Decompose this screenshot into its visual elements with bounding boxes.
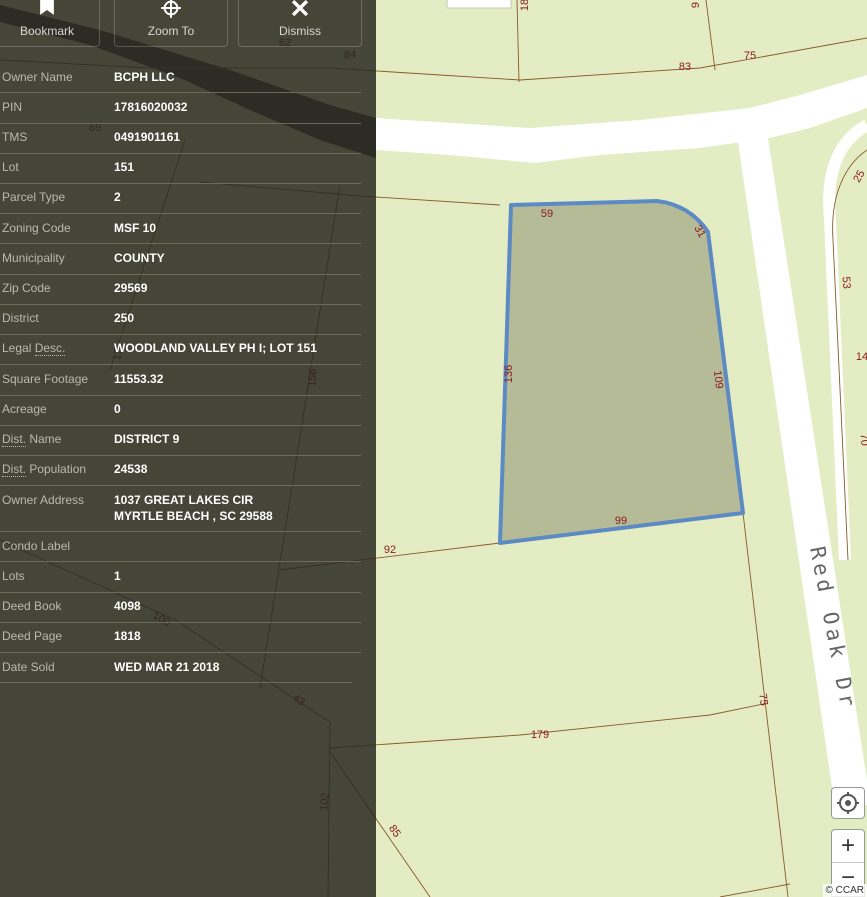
acreage-label: Acreage — [2, 402, 47, 416]
owner-address-line1: 1037 GREAT LAKES CIR — [114, 493, 254, 507]
locate-icon — [837, 792, 859, 814]
dist-name-abbr: Dist. — [2, 432, 26, 447]
dismiss-button[interactable]: Dismiss — [238, 0, 362, 47]
municipality-label: Municipality — [2, 251, 65, 265]
owner-name-label: Owner Name — [2, 70, 73, 84]
square-footage-label: Square Footage — [2, 372, 89, 386]
dim-label-53: 53 — [839, 276, 852, 289]
row-pin: PIN 17816020032 — [0, 93, 361, 124]
lot-label: Lot — [2, 160, 19, 174]
deed-book-label: Deed Book — [2, 599, 62, 613]
row-condo-label: Condo Label — [0, 531, 361, 562]
zip-code-value: 29569 — [114, 281, 148, 295]
row-lots: Lots 1 — [0, 562, 361, 593]
panel-toolbar: Bookmark Zoom To Dismiss — [0, 0, 376, 48]
legal-desc-label: Legal Desc. — [2, 341, 66, 356]
municipality-value: COUNTY — [114, 251, 165, 265]
tms-value: 0491901161 — [114, 130, 181, 144]
dist-name-label-text: Name — [26, 432, 62, 446]
row-zip-code: Zip Code 29569 — [0, 274, 361, 305]
dist-population-label-text: Population — [26, 462, 87, 476]
tms-label: TMS — [2, 130, 28, 144]
district-label: District — [2, 311, 39, 325]
row-municipality: Municipality COUNTY — [0, 244, 361, 275]
dim-label-59: 59 — [541, 208, 553, 220]
dist-population-value: 24538 — [114, 462, 148, 476]
lots-label: Lots — [2, 569, 25, 583]
dim-label-9: 9 — [690, 2, 702, 8]
deed-page-value: 1818 — [114, 629, 141, 643]
bookmark-button[interactable]: Bookmark — [0, 0, 100, 47]
condo-label-label: Condo Label — [2, 539, 71, 553]
parcel-type-label: Parcel Type — [2, 190, 66, 204]
dim-label-18: 18 — [519, 0, 531, 11]
parcel-info-panel: Bookmark Zoom To Dismiss Owner Name BCPH… — [0, 0, 376, 897]
legal-desc-label-text: Legal — [2, 341, 35, 355]
legal-desc-abbr: Desc. — [34, 341, 66, 356]
lots-value: 1 — [114, 569, 121, 583]
zoom-in-button[interactable]: + — [832, 830, 864, 863]
date-sold-label: Date Sold — [2, 660, 55, 674]
bookmark-label: Bookmark — [19, 24, 75, 38]
owner-address-line2: MYRTLE BEACH , SC 29588 — [114, 509, 273, 523]
parcel-type-value: 2 — [114, 190, 121, 204]
row-acreage: Acreage 0 — [0, 395, 361, 426]
zoom-to-label: Zoom To — [147, 24, 195, 38]
date-sold-value: WED MAR 21 2018 — [114, 660, 220, 674]
pin-value: 17816020032 — [114, 100, 188, 114]
pin-label: PIN — [2, 100, 23, 114]
row-owner-address: Owner Address 1037 GREAT LAKES CIR MYRTL… — [0, 485, 361, 532]
dim-label-83: 83 — [679, 61, 691, 73]
dim-label-179: 179 — [531, 729, 549, 741]
zoning-code-label: Zoning Code — [2, 221, 71, 235]
row-district: District 250 — [0, 304, 361, 335]
owner-address-label: Owner Address — [2, 493, 85, 507]
acreage-value: 0 — [114, 402, 121, 416]
dim-label-14: 14 — [856, 351, 867, 363]
bookmark-icon — [40, 0, 54, 15]
dist-population-abbr: Dist. — [2, 462, 26, 477]
close-icon — [291, 0, 309, 17]
row-deed-page: Deed Page 1818 — [0, 622, 361, 653]
district-value: 250 — [114, 311, 135, 325]
dim-label-109: 109 — [711, 370, 725, 390]
dim-label-99: 99 — [615, 515, 627, 527]
legal-desc-value: WOODLAND VALLEY PH I; LOT 151 — [114, 341, 317, 355]
deed-page-label: Deed Page — [2, 629, 63, 643]
dim-label-70: 70 — [857, 433, 867, 446]
dist-name-label: Dist. Name — [2, 432, 62, 447]
row-parcel-type: Parcel Type 2 — [0, 183, 361, 214]
row-dist-name: Dist. Name DISTRICT 9 — [0, 425, 361, 456]
row-tms: TMS 0491901161 — [0, 123, 361, 154]
square-footage-value: 11553.32 — [114, 372, 164, 386]
dim-label-136: 136 — [503, 365, 515, 383]
zip-code-label: Zip Code — [2, 281, 51, 295]
row-square-footage: Square Footage 11553.32 — [0, 365, 361, 396]
row-legal-desc: Legal Desc. WOODLAND VALLEY PH I; LOT 15… — [0, 334, 361, 365]
dim-label-75-top: 75 — [744, 50, 756, 62]
locate-button[interactable] — [831, 787, 865, 819]
zoom-to-button[interactable]: Zoom To — [114, 0, 228, 47]
dim-label-92: 92 — [384, 544, 396, 556]
zoning-code-value: MSF 10 — [114, 221, 157, 235]
row-dist-population: Dist. Population 24538 — [0, 455, 361, 486]
row-zoning-code: Zoning Code MSF 10 — [0, 213, 361, 244]
row-owner-name: Owner Name BCPH LLC — [0, 62, 361, 93]
lot-value: 151 — [114, 160, 135, 174]
selected-parcel[interactable] — [498, 199, 745, 545]
dismiss-label: Dismiss — [279, 24, 321, 38]
deed-book-value: 4098 — [114, 599, 141, 613]
row-lot: Lot 151 — [0, 153, 361, 184]
row-deed-book: Deed Book 4098 — [0, 592, 361, 623]
map-attribution: © CCAR — [822, 884, 867, 897]
dim-label-75-right: 75 — [756, 693, 769, 707]
owner-name-value: BCPH LLC — [114, 70, 175, 84]
dist-name-value: DISTRICT 9 — [114, 432, 180, 446]
row-date-sold: Date Sold WED MAR 21 2018 — [0, 652, 352, 683]
dist-population-label: Dist. Population — [2, 462, 87, 477]
crosshair-icon — [161, 0, 181, 18]
